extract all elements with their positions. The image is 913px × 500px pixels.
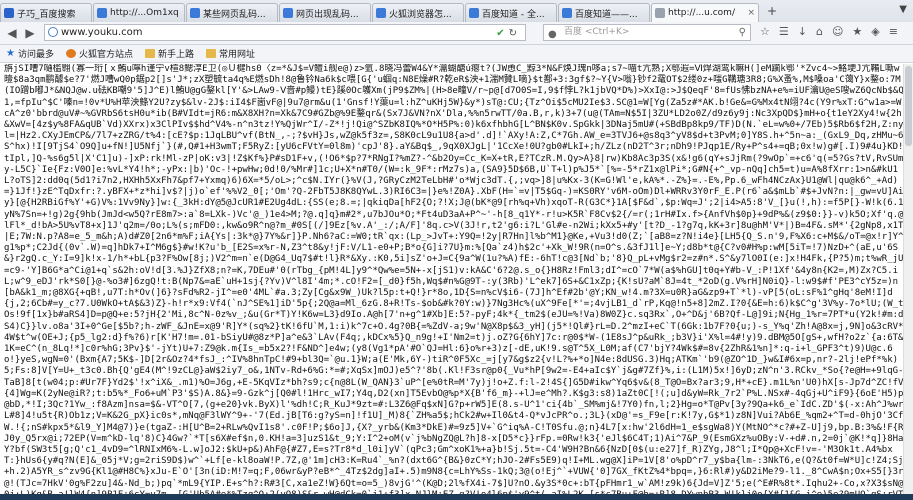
navigation-toolbar: ◀ ▶ www.youku.com ✔↻ ● 百度 <Ctrl+K> ⚲ ☆ ☰… [0, 22, 913, 45]
url-text: www.youku.com [61, 27, 143, 38]
chat-icon[interactable]: ☺ [832, 25, 843, 38]
tab-label: 某些网页乱码... [203, 9, 266, 20]
tab-strip: 子巧_百度搜索 http://...Om1xq 某些网页乱码... 网页出现乱码...… [0, 0, 913, 23]
folder-icon [145, 49, 155, 58]
tab-2[interactable]: 某些网页乱码... [186, 3, 278, 22]
addon-icon[interactable]: ★ [852, 25, 862, 38]
page-icon [190, 8, 200, 18]
page-content-garbled-text: 旃jSI嘈7嗵槛翱(寡一珩[ｘ鮪u嚀h谨宁v楦8鳃淳Ё卫(◎Ｕ楗hs0〈z=*&… [4, 64, 904, 494]
page-icon [562, 8, 572, 18]
url-bar[interactable]: www.youku.com ✔↻ [44, 24, 526, 41]
menu-icon[interactable]: ≡ [889, 25, 898, 38]
bookmark-label: 新手上路 [158, 50, 195, 60]
bookmark-label: 访问最多 [17, 50, 54, 60]
new-tab-button[interactable]: + [764, 4, 780, 20]
baidu-paw-icon [4, 8, 14, 18]
tab-label: 百度知道 - 全... [482, 9, 545, 20]
close-tab-icon[interactable]: × [747, 8, 755, 18]
weibo-icon[interactable]: ◈ [871, 25, 879, 38]
bookmarks-toolbar: ★ 访问最多 火狐官方站点 新手上路 常用网址 [0, 45, 913, 63]
security-check-icon[interactable]: ✔ [496, 28, 508, 39]
tab-label: 子巧_百度搜索 [17, 9, 76, 20]
tab-7[interactable]: http://...u.com/ × [651, 3, 759, 22]
bookmark-firefox-site[interactable]: 火狐官方站点 [65, 47, 133, 60]
bookmark-label: 常用网址 [219, 50, 256, 60]
star-icon[interactable]: ☆ [760, 25, 770, 38]
forward-arrow-icon[interactable]: ▶ [22, 25, 38, 41]
back-arrow-icon[interactable]: ◀ [4, 25, 20, 41]
vertical-scrollbar[interactable] [903, 64, 913, 494]
search-placeholder: 百度 <Ctrl+K> [564, 27, 630, 37]
page-icon [376, 8, 386, 18]
tab-6[interactable]: 百度知道——... [558, 3, 650, 22]
reload-icon[interactable]: ↻ [509, 28, 521, 39]
globe-icon [48, 27, 58, 37]
tab-label: 火狐浏览器怎... [389, 9, 452, 20]
page-icon [97, 8, 107, 18]
tab-label: 网页出现乱码... [296, 9, 359, 20]
tab-3[interactable]: 网页出现乱码... [279, 3, 371, 22]
tab-label: http://...u.com/ [668, 8, 735, 18]
tab-5[interactable]: 百度知道 - 全... [465, 3, 557, 22]
download-icon[interactable]: ↓ [798, 25, 807, 38]
scrollbar-thumb[interactable] [905, 66, 912, 146]
search-box[interactable]: ● 百度 <Ctrl+K> ⚲ [543, 24, 751, 41]
page-icon [283, 8, 293, 18]
url-actions: ✔↻ [496, 26, 521, 41]
search-icon[interactable]: ⚲ [739, 25, 746, 40]
page-icon [655, 8, 665, 18]
home-icon[interactable]: ⌂ [816, 25, 823, 38]
bookmark-getting-started[interactable]: 新手上路 [145, 47, 194, 60]
folder-icon [206, 49, 217, 58]
bookmark-common-urls[interactable]: 常用网址 [206, 47, 255, 60]
bookmark-label: 火狐官方站点 [78, 50, 133, 60]
bookmark-most-visited[interactable]: ★ 访问最多 [6, 47, 54, 61]
taskbar [0, 494, 913, 500]
tab-4[interactable]: 火狐浏览器怎... [372, 3, 464, 22]
bookmarks-list-icon[interactable]: ☰ [779, 25, 789, 38]
tab-list-chevron-icon[interactable]: ▼ [899, 4, 907, 15]
firefox-icon [65, 49, 76, 58]
tab-1[interactable]: http://...Om1xq [93, 3, 185, 22]
tab-label: http://...Om1xq [110, 8, 179, 18]
tab-0[interactable]: 子巧_百度搜索 [0, 3, 92, 22]
page-icon [469, 8, 479, 18]
baidu-paw-icon: ● [548, 29, 557, 40]
star-icon: ★ [6, 48, 15, 59]
tab-label: 百度知道——... [575, 9, 638, 20]
toolbar-icons: ☆ ☰ ↓ ⌂ ☺ ★ ◈ ≡ [760, 25, 898, 38]
